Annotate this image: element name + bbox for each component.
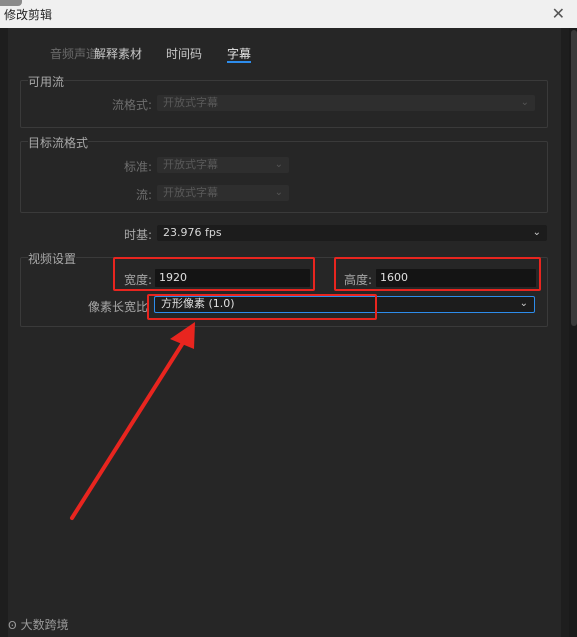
watermark: Ꙩ 大数跨境	[8, 616, 69, 633]
annotation-arrow	[70, 322, 195, 520]
watermark-logo-icon: Ꙩ	[8, 619, 17, 632]
watermark-text: 大数跨境	[20, 618, 69, 632]
